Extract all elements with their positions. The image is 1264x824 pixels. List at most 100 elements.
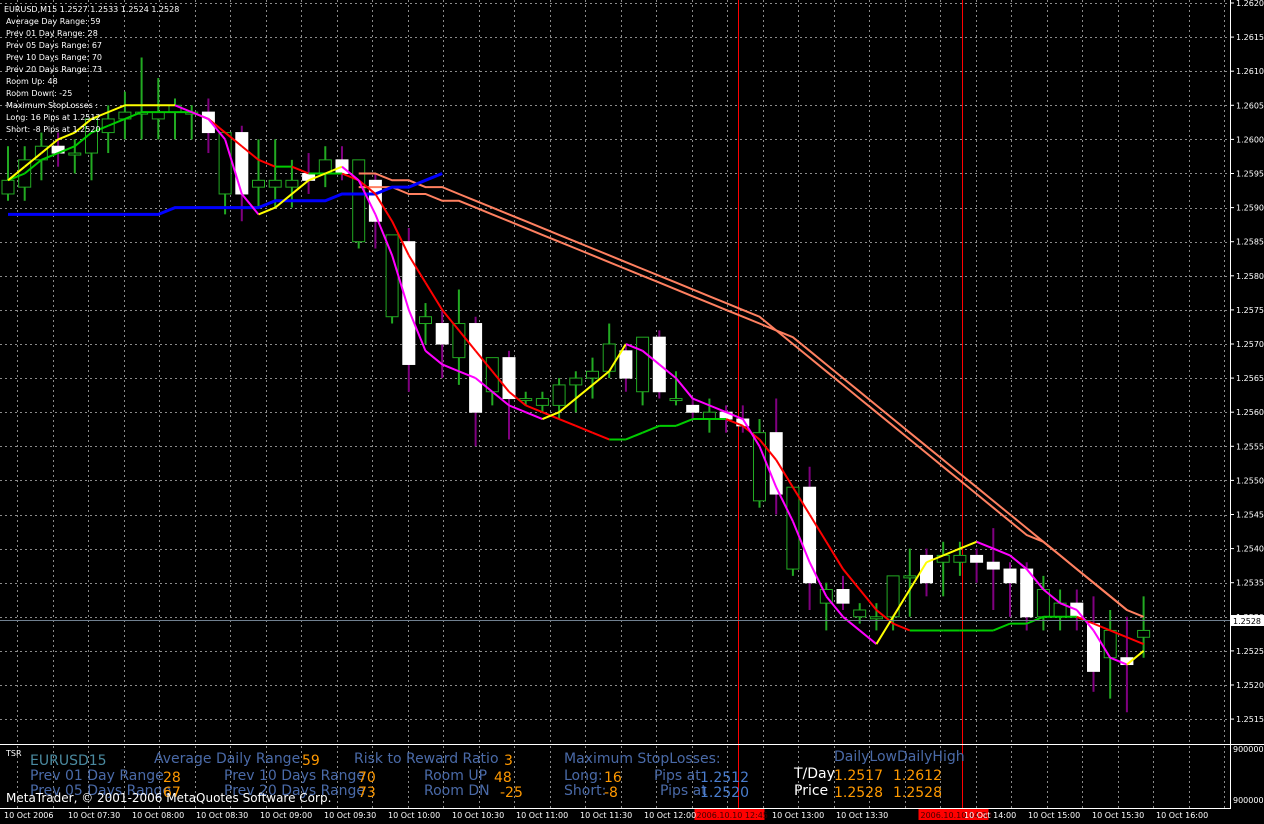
price-tick-label: 1.2570	[1236, 340, 1264, 349]
price-tick-label: 1.2545	[1236, 511, 1264, 520]
price-tick-label: 1.2515	[1236, 715, 1264, 724]
candle-bull	[953, 554, 967, 563]
metatrader-chart-window: 2006.10.10 12:45 2006.10.10 14:30 1.2620 1…	[0, 0, 1264, 820]
tday-low: 1.2517	[834, 768, 883, 784]
candle-bull	[786, 486, 800, 570]
tday-label: T/Day	[793, 766, 835, 782]
price-tick-label: 1.2615	[1236, 33, 1264, 42]
candle-bull	[702, 411, 716, 420]
time-tick-label: 10 Oct 11:30	[580, 811, 632, 820]
info-line: Maximum StopLosses :	[6, 101, 98, 110]
price-tick-label: 1.2595	[1236, 170, 1264, 179]
price-tick-label: 1.2600	[1236, 135, 1264, 144]
candle-bull	[586, 370, 599, 379]
time-tick-label: 10 Oct 13:00	[772, 811, 824, 820]
indicator-name: TSR	[5, 749, 22, 758]
info-line: Room Down: -25	[6, 89, 72, 98]
long-value: 16	[604, 770, 622, 786]
info-line: Long: 16 Pips at 1.2512	[6, 113, 101, 122]
candle-bull	[1, 179, 15, 195]
candle-bear	[469, 323, 483, 413]
prev10-label: Prev 10 Days Range	[224, 768, 365, 784]
indicator-symbol: EURUSD15	[30, 753, 107, 769]
time-tick-label: 10 Oct 10:30	[452, 811, 504, 820]
time-tick-label: 10 Oct 07:30	[68, 811, 120, 820]
price-tick-label: 1.2585	[1236, 238, 1264, 247]
candle-bull	[1137, 629, 1151, 638]
time-tick-label: 10 Oct 11:00	[516, 811, 568, 820]
candle-bull	[853, 609, 867, 618]
time-tick-label: 10 Oct 08:30	[196, 811, 248, 820]
time-marker-label: 2006.10.10 12:45	[697, 811, 768, 820]
candle-bull	[669, 398, 683, 402]
price-tick-label: 1.2550	[1236, 476, 1264, 485]
max-stoplosses-label: Maximum StopLosses:	[564, 751, 721, 767]
info-line: Prev 10 Days Range: 70	[6, 53, 102, 62]
room-dn-value: -25	[500, 785, 523, 801]
candle-bull	[636, 336, 650, 393]
candle-bear	[836, 589, 850, 604]
price-tick-label: 1.2540	[1236, 545, 1264, 554]
price-tick-label: 1.2605	[1236, 101, 1264, 110]
short-label: Short:	[564, 783, 606, 799]
time-tick-label: 10 Oct 08:00	[132, 811, 184, 820]
candle-bull	[1103, 629, 1117, 659]
candle-bear	[402, 241, 416, 365]
candle-bull	[569, 377, 583, 386]
indicator-axis-label-top: 900000	[1233, 745, 1264, 754]
candle-bear	[435, 323, 449, 345]
risk-reward-label: Risk to Reward Ratio	[354, 751, 499, 767]
long-label: Long:	[564, 768, 603, 784]
time-tick-label: 10 Oct 2006	[4, 811, 53, 820]
price-tick-label: 1.2620	[1236, 0, 1264, 8]
avg-daily-range-label: Average Daily Range	[154, 751, 300, 767]
candle-bull	[602, 343, 616, 372]
price-chart[interactable]: 2006.10.10 12:45 2006.10.10 14:30 1.26201…	[0, 0, 1264, 820]
price-label: Price	[794, 783, 828, 799]
candle-bull	[869, 616, 883, 620]
candle-bull	[352, 159, 366, 243]
time-tick-label: 10 Oct 16:00	[1156, 811, 1208, 820]
candle-bear	[1003, 568, 1017, 584]
price-value-2: 1.2528	[893, 785, 942, 801]
info-line: Prev 05 Days Range: 67	[6, 41, 102, 50]
avg-daily-range-value: 59	[302, 753, 320, 769]
risk-reward-value: 3	[504, 753, 513, 769]
candle-bull	[753, 432, 766, 502]
candle-bull	[452, 323, 466, 359]
info-line: Prev 20 Days Range: 73	[6, 65, 102, 74]
info-line: Room Up: 48	[6, 77, 58, 86]
price-tick-label: 1.2610	[1236, 67, 1264, 76]
candle-bull	[535, 398, 549, 406]
time-tick-label: 10 Oct 15:00	[1028, 811, 1080, 820]
tday-high: 1.2612	[893, 768, 942, 784]
time-tick-label: 10 Oct 09:30	[324, 811, 376, 820]
prev20-value: 73	[358, 785, 376, 801]
candle-bear	[970, 554, 984, 563]
price-tick-label: 1.2520	[1236, 681, 1264, 690]
info-line: Prev 01 Day Range: 28	[6, 29, 98, 38]
time-tick-label: 10 Oct 12:00	[644, 811, 696, 820]
price-tick-label: 1.2575	[1236, 306, 1264, 315]
short-value: -8	[604, 785, 618, 801]
symbol-header: EURUSD,M15 1.2527 1.2533 1.2524 1.2528	[4, 5, 179, 14]
price-tick-label: 1.2560	[1236, 408, 1264, 417]
candle-bull	[285, 179, 299, 188]
long-pips-at-label: Pips at	[654, 768, 701, 784]
room-up-value: 48	[494, 770, 512, 786]
price-tick-label: 1.2565	[1236, 374, 1264, 383]
info-line: Short: -8 Pips at 1.2520	[6, 125, 100, 134]
time-tick-label: 10 Oct 14:00	[964, 811, 1016, 820]
candle-bear	[803, 486, 817, 584]
price-value-1: 1.2528	[834, 785, 883, 801]
prev01-label: Prev 01 Day Range	[30, 768, 164, 784]
candle-bull	[252, 179, 265, 188]
price-tick-label: 1.2535	[1236, 579, 1264, 588]
price-tick-label: 1.2525	[1236, 647, 1264, 656]
candle-bull	[485, 357, 499, 393]
candle-bull	[268, 179, 282, 188]
price-tick-label: 1.2555	[1236, 442, 1264, 451]
info-line: Average Day Range: 59	[6, 17, 101, 26]
candle-bull	[903, 575, 917, 579]
daily-low-high-label: DailyLowDailyHigh	[834, 749, 965, 765]
